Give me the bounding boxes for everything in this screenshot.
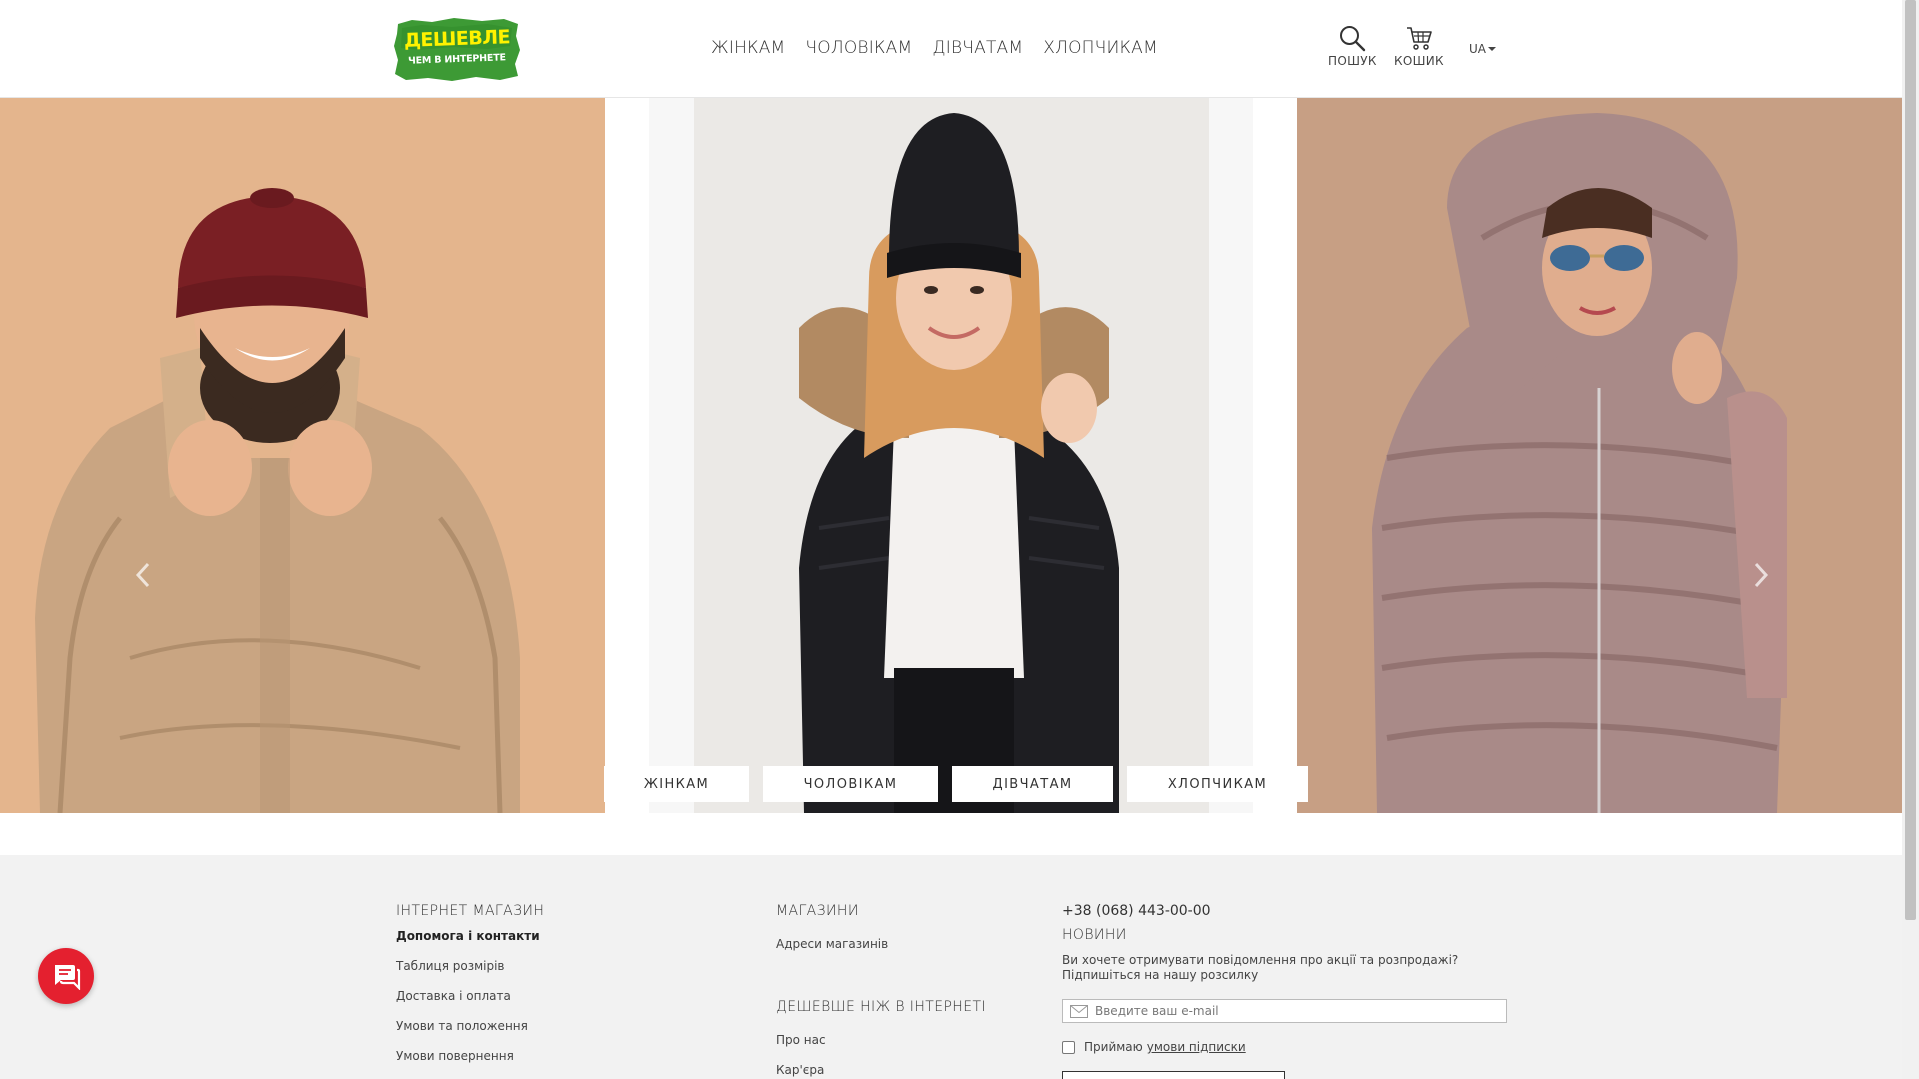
subscribe-button[interactable] [1062, 1071, 1285, 1079]
footer-news-text: Ви хочете отримувати повідомлення про ак… [1062, 953, 1459, 982]
search-label: ПОШУК [1328, 54, 1377, 68]
chat-icon [55, 965, 81, 990]
language-label: UA [1469, 42, 1486, 56]
hero-carousel [0, 98, 1902, 813]
newsletter-consent: Приймаю умови підписки [1062, 1040, 1246, 1054]
footer-link-careers[interactable]: Кар'єра [776, 1063, 824, 1077]
footer-stores-column: МАГАЗИНИ [776, 903, 859, 919]
main-nav: ЖІНКАМ ЧОЛОВІКАМ ДІВЧАТАМ ХЛОПЧИКАМ [711, 38, 1158, 58]
footer-shop-column: ІНТЕРНЕТ МАГАЗИН [396, 903, 544, 919]
footer-phone[interactable]: +38 (068) 443-00-00 [1062, 903, 1211, 919]
woman-fur-photo [1297, 98, 1902, 813]
category-button-girls[interactable]: ДІВЧАТАМ [952, 766, 1113, 802]
newsletter-email-input[interactable] [1095, 1002, 1495, 1020]
nav-boys[interactable]: ХЛОПЧИКАМ [1043, 38, 1158, 58]
slide-image-fur-coat[interactable] [1297, 98, 1902, 813]
chat-widget-button[interactable] [38, 948, 94, 1004]
footer-news: НОВИНИ [1062, 927, 1127, 943]
category-button-women[interactable]: ЖІНКАМ [604, 766, 749, 802]
footer-link-delivery-payment[interactable]: Доставка і оплата [396, 989, 511, 1003]
footer-link-help-contacts[interactable]: Допомога і контакти [396, 929, 540, 943]
logo[interactable]: ДЕШЕВЛЕ ЧЕМ В ИНТЕРНЕТЕ [392, 16, 522, 82]
newsletter-email-field[interactable] [1062, 999, 1507, 1023]
chevron-right-icon [1754, 562, 1769, 588]
footer-about-column: ДЕШЕВШЕ НІЖ В ІНТЕРНЕТІ [776, 999, 986, 1015]
nav-women[interactable]: ЖІНКАМ [711, 38, 785, 58]
logo-text-main: ДЕШЕВЛЕ [403, 26, 511, 52]
carousel-prev-button[interactable] [133, 560, 153, 590]
category-button-men[interactable]: ЧОЛОВІКАМ [763, 766, 938, 802]
slide-image-women[interactable] [649, 98, 1253, 813]
footer-shop-title: ІНТЕРНЕТ МАГАЗИН [396, 903, 545, 919]
footer-link-terms[interactable]: Умови та положення [396, 1019, 528, 1033]
cart-button[interactable]: КОШИК [1394, 24, 1444, 68]
nav-men[interactable]: ЧОЛОВІКАМ [805, 38, 912, 58]
cart-icon [1406, 27, 1432, 50]
consent-terms-link[interactable]: умови підписки [1147, 1040, 1246, 1054]
scrollbar-thumb[interactable] [1905, 0, 1916, 920]
language-selector[interactable]: UA [1469, 42, 1496, 56]
site-footer [0, 855, 1902, 1079]
mail-icon [1070, 1005, 1088, 1018]
footer-link-returns[interactable]: Умови повернення [396, 1049, 514, 1063]
footer-about-title: ДЕШЕВШЕ НІЖ В ІНТЕРНЕТІ [776, 999, 986, 1015]
woman-jacket-photo [649, 98, 1253, 813]
consent-checkbox[interactable] [1062, 1040, 1075, 1054]
page-scrollbar[interactable] [1902, 0, 1919, 1079]
consent-label: Приймаю [1084, 1040, 1143, 1054]
slide-image-men[interactable] [0, 98, 605, 813]
chevron-down-icon [1488, 47, 1496, 51]
search-icon [1340, 26, 1366, 52]
cart-label: КОШИК [1394, 54, 1444, 68]
footer-link-about-us[interactable]: Про нас [776, 1033, 826, 1047]
man-puffer-photo [0, 98, 605, 813]
footer-link-size-table[interactable]: Таблиця розмірів [396, 959, 505, 973]
category-button-boys[interactable]: ХЛОПЧИКАМ [1127, 766, 1308, 802]
footer-stores-title: МАГАЗИНИ [776, 903, 859, 919]
nav-girls[interactable]: ДІВЧАТАМ [932, 38, 1023, 58]
footer-contact-column: +38 (068) 443-00-00 [1062, 903, 1211, 919]
footer-link-store-addresses[interactable]: Адреси магазинів [776, 937, 888, 951]
carousel-next-button[interactable] [1751, 560, 1771, 590]
site-header: ДЕШЕВЛЕ ЧЕМ В ИНТЕРНЕТЕ ЖІНКАМ ЧОЛОВІКАМ… [0, 0, 1902, 98]
chevron-left-icon [135, 562, 150, 588]
search-button[interactable]: ПОШУК [1328, 24, 1377, 68]
footer-news-title: НОВИНИ [1062, 927, 1127, 943]
